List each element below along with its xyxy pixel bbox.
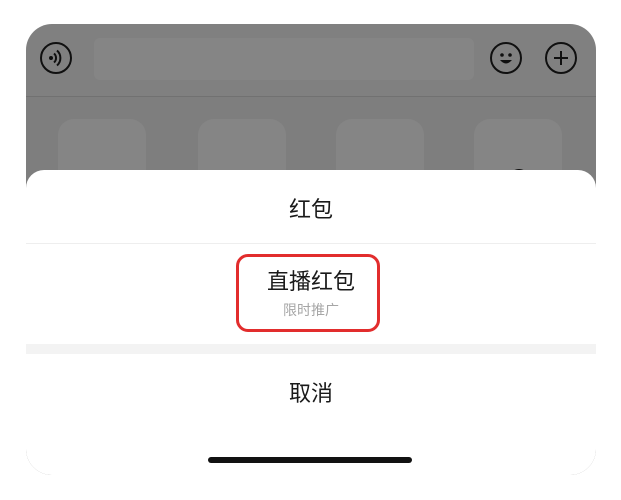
cancel-label: 取消 [288,382,333,407]
cancel-button[interactable]: 取消 [26,354,596,428]
red-packet-option[interactable]: 红包 [26,170,596,244]
phone-screen: 红包 直播红包 限时推广 取消 [26,24,596,475]
highlight-box [236,254,380,332]
home-indicator[interactable] [208,457,412,463]
red-packet-label: 红包 [288,198,333,223]
sheet-separator [26,344,596,354]
action-sheet: 红包 直播红包 限时推广 取消 [26,170,596,475]
